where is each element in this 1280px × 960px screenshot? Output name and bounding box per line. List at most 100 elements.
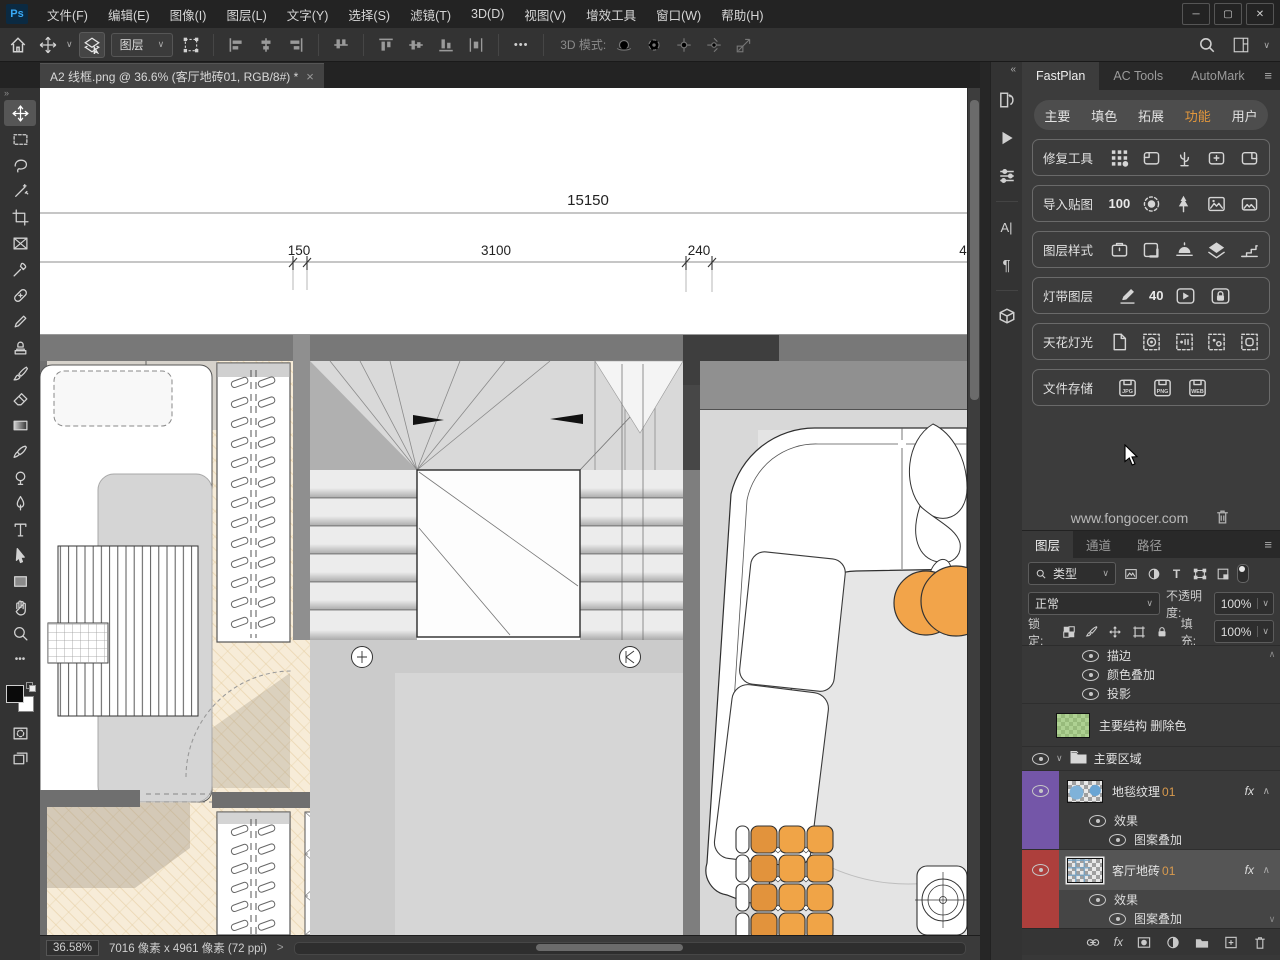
texture-opacity-value[interactable]: 100 <box>1109 196 1131 211</box>
panel-menu-icon[interactable]: ≡ <box>1264 68 1272 83</box>
panel-menu-icon[interactable]: ≡ <box>1264 537 1272 552</box>
filter-smart-object-icon[interactable] <box>1214 565 1231 582</box>
quick-selection-tool[interactable] <box>4 178 36 204</box>
visibility-eye-icon[interactable] <box>1089 815 1106 827</box>
patch-plus-icon[interactable] <box>1205 146 1228 170</box>
workspace-caret-icon[interactable]: ∨ <box>1263 40 1270 51</box>
save-jpg-icon[interactable]: JPG <box>1114 376 1140 400</box>
dodge-tool[interactable] <box>4 464 36 490</box>
menu-edit[interactable]: 编辑(E) <box>99 0 159 28</box>
lasso-tool[interactable] <box>4 152 36 178</box>
menu-file[interactable]: 文件(F) <box>38 0 97 28</box>
tab-automark[interactable]: AutoMark <box>1177 62 1259 90</box>
gradient-tool[interactable] <box>4 412 36 438</box>
subtab-extend[interactable]: 拓展 <box>1138 106 1164 125</box>
subtab-main[interactable]: 主要 <box>1044 106 1070 125</box>
canvas-horizontal-scrollbar[interactable] <box>294 942 966 955</box>
tab-fastplan[interactable]: FastPlan <box>1022 62 1099 90</box>
subtab-function[interactable]: 功能 <box>1185 106 1211 125</box>
crop-tool[interactable] <box>4 204 36 230</box>
layer-thumbnail[interactable] <box>1067 858 1103 883</box>
trash-icon[interactable] <box>1214 508 1231 528</box>
effect-row[interactable]: 图案叠加 <box>1059 909 1280 928</box>
3d-roll-icon[interactable] <box>642 33 666 57</box>
healing-brush-tool[interactable] <box>4 282 36 308</box>
layer-row-hidden[interactable]: 主要结构 删除色 <box>1022 704 1280 746</box>
layer-row[interactable]: 地毯纹理01 fx ∧ <box>1059 771 1280 811</box>
tab-close-icon[interactable]: × <box>306 69 314 84</box>
distribute-vertical-icon[interactable] <box>464 33 488 57</box>
page-icon[interactable] <box>1108 330 1131 354</box>
dashed-dots-icon[interactable] <box>1205 330 1228 354</box>
opacity-dropdown[interactable]: 100%∨ <box>1214 592 1274 615</box>
menu-layer[interactable]: 图层(L) <box>217 0 275 28</box>
search-icon[interactable] <box>1195 33 1219 57</box>
filter-type-icon[interactable]: T <box>1168 565 1185 582</box>
menu-window[interactable]: 窗口(W) <box>647 0 710 28</box>
type-tool[interactable] <box>4 516 36 542</box>
3d-orbit-icon[interactable] <box>612 33 636 57</box>
menu-select[interactable]: 选择(S) <box>339 0 399 28</box>
pencil-tool[interactable] <box>4 308 36 334</box>
lock-artboard-icon[interactable] <box>1130 623 1146 640</box>
cactus-icon[interactable] <box>1173 146 1196 170</box>
patch-icon[interactable] <box>1140 146 1163 170</box>
auto-select-toggle-icon[interactable] <box>79 32 105 58</box>
3d-scale-icon[interactable] <box>732 33 756 57</box>
adjustment-layer-icon[interactable] <box>1165 935 1181 950</box>
visibility-eye-icon[interactable] <box>1089 894 1106 906</box>
visibility-eye-icon[interactable] <box>1082 650 1099 662</box>
visibility-eye-icon[interactable] <box>1032 785 1049 797</box>
visibility-eye-icon[interactable] <box>1032 864 1049 876</box>
smudge-tool[interactable] <box>4 438 36 464</box>
fx-badge[interactable]: fx <box>1245 863 1254 877</box>
dashed-circle-icon[interactable] <box>1139 192 1163 216</box>
history-panel-icon[interactable] <box>994 85 1020 115</box>
effect-row[interactable]: 图案叠加 <box>1059 830 1280 849</box>
3d-slide-icon[interactable] <box>702 33 726 57</box>
hand-tool[interactable] <box>4 594 36 620</box>
visibility-eye-icon[interactable] <box>1109 913 1126 925</box>
align-left-icon[interactable] <box>224 33 248 57</box>
lock-transparent-icon[interactable] <box>1061 623 1077 640</box>
frame-tool[interactable] <box>4 230 36 256</box>
save-png-icon[interactable]: PNG <box>1149 376 1175 400</box>
blend-mode-dropdown[interactable]: 正常∨ <box>1028 592 1160 615</box>
layer-mask-icon[interactable] <box>1136 935 1152 950</box>
document-tab[interactable]: A2 线框.png @ 36.6% (客厅地砖01, RGB/8#) * × <box>40 63 324 88</box>
zoom-tool[interactable] <box>4 620 36 646</box>
effect-row[interactable]: 效果 <box>1059 811 1280 830</box>
website-link[interactable]: www.fongocer.com <box>1071 510 1189 526</box>
quick-mask-icon[interactable] <box>4 720 36 746</box>
tab-ac-tools[interactable]: AC Tools <box>1099 62 1177 90</box>
filter-shape-icon[interactable] <box>1191 565 1208 582</box>
grid-dots-icon[interactable] <box>1108 146 1131 170</box>
workspace-switcher-icon[interactable] <box>1229 33 1253 57</box>
layers-list-scrollbar[interactable]: ∧∨ <box>1266 646 1278 928</box>
filter-adjustment-icon[interactable] <box>1145 565 1162 582</box>
dashed-target-icon[interactable] <box>1140 330 1163 354</box>
properties-panel-icon[interactable] <box>994 161 1020 191</box>
subtab-user[interactable]: 用户 <box>1232 106 1258 125</box>
image-icon[interactable] <box>1205 192 1229 216</box>
layer-style-icon[interactable]: fx <box>1114 935 1123 949</box>
subtab-fill[interactable]: 填色 <box>1091 106 1117 125</box>
dock-collapse-icon[interactable]: « <box>1010 62 1022 81</box>
rectangle-tool[interactable] <box>4 568 36 594</box>
lock-pixels-icon[interactable] <box>1084 623 1100 640</box>
visibility-eye-icon[interactable] <box>1032 753 1049 765</box>
visibility-eye-icon[interactable] <box>1109 834 1126 846</box>
effect-row[interactable]: 描边 <box>1022 646 1280 665</box>
layer-thumbnail[interactable] <box>1067 780 1103 803</box>
folded-square-icon[interactable] <box>1140 238 1163 262</box>
zoom-level-value[interactable]: 36.58% <box>46 940 99 956</box>
menu-view[interactable]: 视图(V) <box>515 0 575 28</box>
distribute-bottom-icon[interactable] <box>434 33 458 57</box>
actions-panel-icon[interactable] <box>994 123 1020 153</box>
stairs-icon[interactable] <box>1238 238 1261 262</box>
dashed-square-icon[interactable] <box>1238 330 1261 354</box>
group-row[interactable]: ∨ 主要区域 <box>1022 747 1280 770</box>
menu-filter[interactable]: 滤镜(T) <box>401 0 460 28</box>
3d-panel-icon[interactable] <box>994 301 1020 331</box>
align-center-h-icon[interactable] <box>254 33 278 57</box>
